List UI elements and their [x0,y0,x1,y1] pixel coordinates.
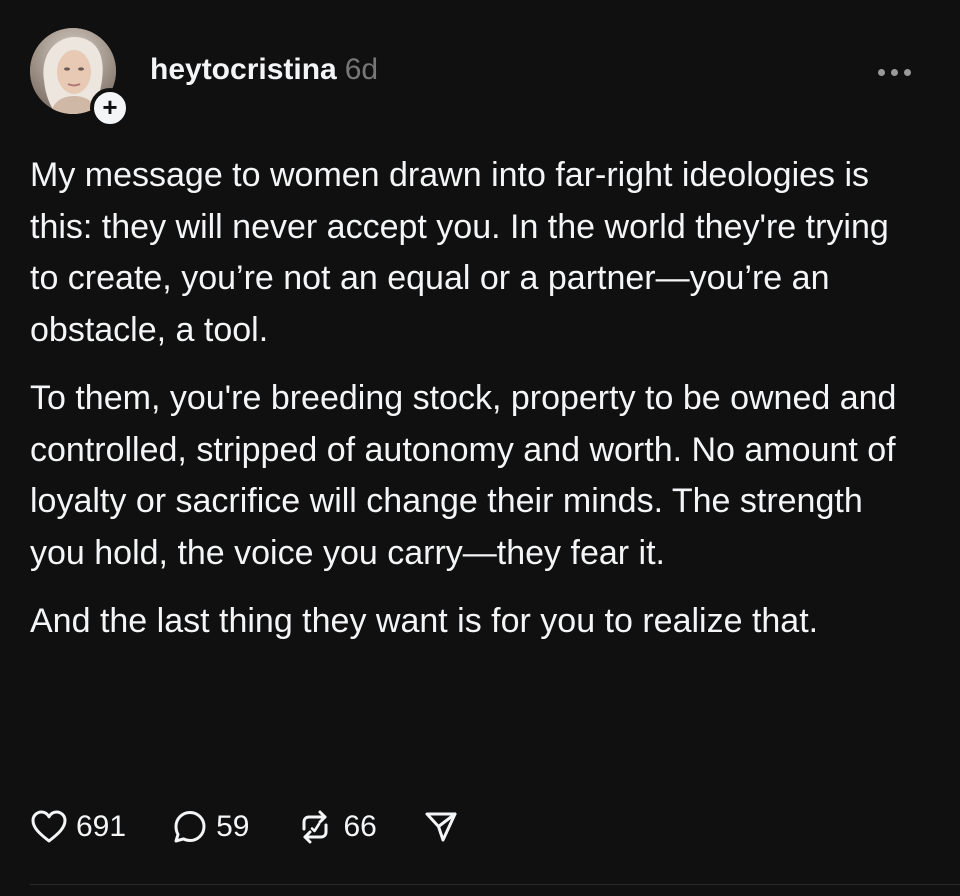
more-options-button[interactable] [878,62,918,82]
post-actions: 691 59 66 [30,802,505,852]
thread-post: + heytocristina 6d My message to women dr… [0,0,960,896]
heart-icon [31,810,67,843]
author-username[interactable]: heytocristina [150,53,337,86]
comment-bubble-icon [174,811,206,843]
like-button[interactable]: 691 [30,809,126,845]
repost-button[interactable]: 66 [295,809,377,845]
post-paragraph: My message to women drawn into far-right… [30,156,889,349]
share-button[interactable] [423,809,459,845]
post-paragraph: To them, you're breeding stock, property… [30,379,897,572]
more-dots-icon [904,68,911,76]
send-icon [425,812,457,842]
post-body: My message to women drawn into far-right… [30,150,920,665]
more-dots-icon [878,68,885,76]
follow-plus-button[interactable]: + [90,88,130,128]
author-avatar-container[interactable]: + [30,28,130,128]
post-header: heytocristina 6d [150,52,378,88]
repost-count: 66 [343,810,377,843]
post-divider [30,884,960,885]
like-count: 691 [76,810,127,843]
post-timestamp: 6d [344,53,379,86]
reply-count: 59 [216,810,250,843]
more-dots-icon [891,68,898,76]
reply-button[interactable]: 59 [172,809,249,845]
post-paragraph: And the last thing they want is for you … [30,602,819,640]
repost-arrows-icon [302,810,328,844]
